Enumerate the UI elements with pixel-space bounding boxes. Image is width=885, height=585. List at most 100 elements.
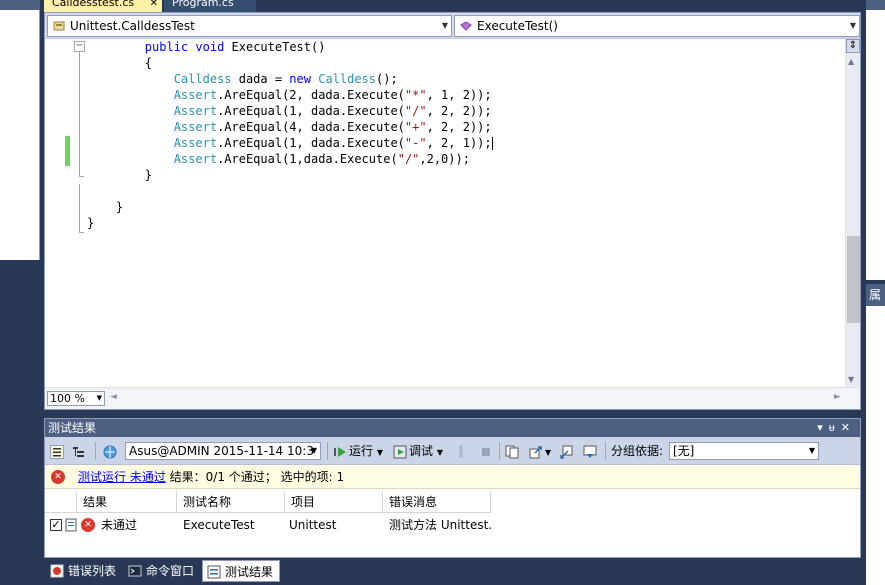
window-title: 测试结果 <box>48 421 97 435</box>
export-button[interactable]: ▼ <box>529 442 551 460</box>
close-icon[interactable]: ✕ <box>150 0 158 9</box>
command-window-icon <box>128 565 142 577</box>
chevron-down-icon: ▼ <box>545 448 552 457</box>
tab-calldesstest[interactable]: Calldesstest.cs ✕ <box>44 0 162 12</box>
row-checkbox[interactable]: ✓ <box>50 519 62 531</box>
code-line[interactable]: Assert.AreEqual(1,dada.Execute("/",2,0))… <box>87 151 493 167</box>
code-token: .AreEqual(4, dada.Execute( <box>217 120 405 134</box>
code-line[interactable] <box>87 183 493 199</box>
debug-button[interactable]: 调试 ▼ <box>393 442 443 460</box>
code-line[interactable]: Assert.AreEqual(2, dada.Execute("*", 1, … <box>87 87 493 103</box>
zoom-dropdown[interactable]: 100 % ▼ <box>47 391 105 406</box>
code-line[interactable]: Assert.AreEqual(4, dada.Execute("+", 2, … <box>87 119 493 135</box>
scroll-right-icon[interactable]: ► <box>834 392 841 402</box>
scroll-up-icon[interactable]: ▲ <box>848 57 854 66</box>
code-line[interactable]: Assert.AreEqual(1, dada.Execute("/", 2, … <box>87 103 493 119</box>
group-by-dropdown[interactable]: [无] ▼ <box>669 442 819 460</box>
test-results-icon <box>207 565 221 579</box>
group-by-label: 分组依据: <box>611 444 664 458</box>
code-line[interactable]: public void ExecuteTest() <box>87 39 493 55</box>
code-area[interactable]: − public void ExecuteTest() { Calldess d… <box>45 39 845 387</box>
outline-line <box>79 176 84 177</box>
scrollbar-thumb[interactable] <box>847 236 860 323</box>
test-run-status: ✕ 测试运行 未通过 结果：0/1 个通过； 选中的项: 1 <box>45 465 860 489</box>
member-dropdown-value: ExecuteTest() <box>477 19 558 33</box>
run-button[interactable]: 运行 ▼ <box>333 442 383 460</box>
chevron-down-icon: ▼ <box>376 448 383 457</box>
result-options-icon <box>583 445 597 458</box>
split-icon[interactable]: ⇕ <box>846 39 860 53</box>
column-header-project[interactable]: 项目 <box>285 491 383 513</box>
code-token: "/" <box>397 152 420 166</box>
code-text[interactable]: public void ExecuteTest() { Calldess dad… <box>87 39 493 231</box>
class-dropdown[interactable]: Unittest.CalldessTest ▼ <box>47 15 452 37</box>
document-tabs: Calldesstest.cs ✕ Program.cs <box>40 0 866 12</box>
tab-command-window[interactable]: 命令窗口 <box>124 560 202 582</box>
hierarchy-view-button[interactable] <box>72 442 88 460</box>
import-icon <box>560 445 573 459</box>
copy-icon <box>505 445 519 458</box>
test-run-link[interactable]: 测试运行 未通过 <box>78 470 166 484</box>
code-token: Calldess <box>173 72 232 86</box>
run-icon <box>334 446 346 457</box>
code-line[interactable]: Calldess dada = new Calldess(); <box>87 71 493 87</box>
tab-label: 命令窗口 <box>146 564 195 578</box>
tab-test-results[interactable]: 测试结果 <box>202 560 280 582</box>
properties-panel <box>866 306 885 585</box>
editor-bottom-bar: 100 % ▼ ◄ ► <box>45 387 860 409</box>
toolbar-separator <box>605 442 606 460</box>
group-by-value: [无] <box>673 444 695 458</box>
group-view-button[interactable] <box>50 442 66 460</box>
text-caret <box>491 137 493 150</box>
properties-header: 属性 <box>866 284 885 324</box>
result-options-button[interactable] <box>583 442 599 460</box>
import-button[interactable] <box>559 442 575 460</box>
code-line[interactable]: } <box>87 167 493 183</box>
test-results-window: 测试结果 ▾ᵾ✕ Asus@ADMIN 2015-11-14 10:3 ▼ 运行… <box>44 418 861 558</box>
column-header-test-name[interactable]: 测试名称 <box>177 491 285 513</box>
code-token: .AreEqual(1,dada.Execute( <box>217 152 398 166</box>
code-token: , 2, 1)); <box>426 136 492 150</box>
code-token: } <box>144 168 153 182</box>
test-run-summary: 结果：0/1 个通过； 选中的项: 1 <box>165 470 345 484</box>
member-dropdown[interactable]: ExecuteTest() ▼ <box>454 15 860 37</box>
column-header-error-message[interactable]: 错误消息 <box>383 491 491 513</box>
pin-icon[interactable]: ᵾ <box>829 421 841 434</box>
code-token: .AreEqual(1, dada.Execute( <box>217 104 405 118</box>
run-config-dropdown[interactable]: Asus@ADMIN 2015-11-14 10:3 ▼ <box>125 442 321 460</box>
vertical-scrollbar[interactable]: ⇕ ▲ ▼ <box>845 39 860 387</box>
run-label: 运行 <box>349 444 374 458</box>
code-token: Assert <box>173 104 218 118</box>
globe-icon <box>103 445 117 458</box>
code-line[interactable]: { <box>87 55 493 71</box>
test-file-icon <box>65 518 77 532</box>
collapse-toggle-icon[interactable]: − <box>74 41 85 52</box>
tab-error-list[interactable]: 错误列表 <box>46 560 124 582</box>
right-panel-header <box>866 0 885 10</box>
chevron-down-icon: ▼ <box>441 21 448 30</box>
scroll-left-icon[interactable]: ◄ <box>110 392 117 402</box>
column-header-result[interactable]: 结果 <box>77 491 177 513</box>
stop-button[interactable] <box>479 442 495 460</box>
change-marker <box>65 136 70 166</box>
bottom-tool-tabs: 错误列表 命令窗口 测试结果 <box>44 560 861 582</box>
window-menu-icon[interactable]: ▾ <box>817 421 829 434</box>
test-results-table: 结果 测试名称 项目 错误消息 ✓ ✕ 未通过 ExecuteTest Unit… <box>45 491 860 539</box>
scroll-down-icon[interactable]: ▼ <box>848 375 854 384</box>
toolbar-separator <box>327 442 328 460</box>
tab-program[interactable]: Program.cs <box>164 0 256 12</box>
code-line[interactable]: } <box>87 199 493 215</box>
close-icon[interactable]: ✕ <box>841 421 856 434</box>
code-line[interactable]: Assert.AreEqual(1, dada.Execute("-", 2, … <box>87 135 493 151</box>
code-line[interactable]: } <box>87 215 493 231</box>
code-token: { <box>144 56 153 70</box>
run-config-icon-button[interactable] <box>103 442 119 460</box>
zoom-value: 100 % <box>50 392 85 405</box>
class-icon <box>53 21 65 31</box>
pause-button[interactable]: ‖ <box>458 442 464 460</box>
copy-results-button[interactable] <box>505 442 521 460</box>
